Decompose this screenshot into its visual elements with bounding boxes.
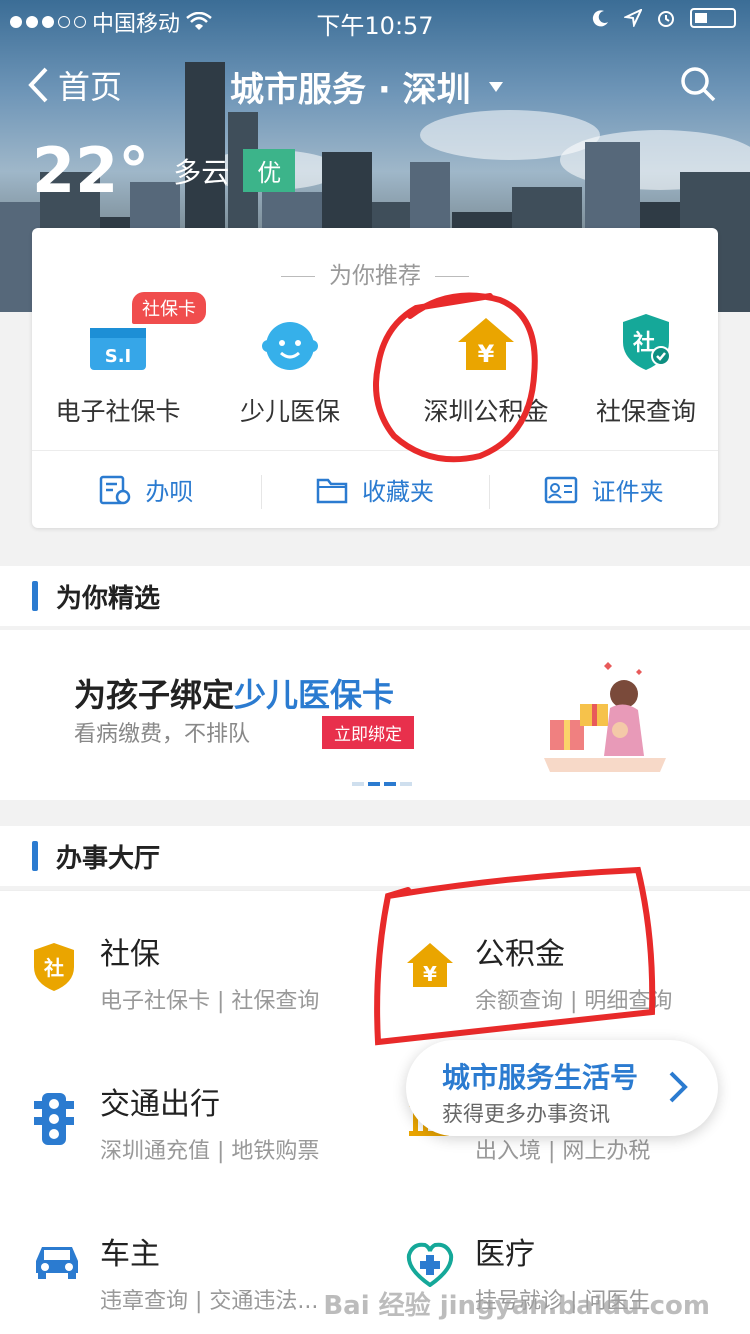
banner-subtitle: 看病缴费，不排队: [74, 722, 251, 747]
hall-section-header: 办事大厅: [0, 826, 750, 886]
chevron-left-icon: [28, 67, 48, 103]
tool-label: 办呗: [145, 478, 194, 506]
folder-icon: [316, 478, 348, 503]
service-name: 社保: [100, 937, 160, 972]
traffic-light-icon: [34, 1093, 74, 1145]
mother-child-illustration: [544, 662, 666, 772]
medical-icon: [406, 1242, 454, 1287]
rec-item-label: 少儿医保: [239, 397, 340, 426]
service-car-owner[interactable]: 车主 违章查询 | 交通违法...: [0, 1191, 375, 1334]
recommend-tools: 办呗 收藏夹 证件夹: [32, 450, 718, 528]
weather-condition: 多云: [173, 155, 230, 189]
recommend-heading: 为你推荐: [32, 256, 718, 290]
service-transport[interactable]: 交通出行 深圳通充值 | 地铁购票: [0, 1041, 375, 1191]
page-title: 城市服务 · 深圳: [230, 70, 471, 110]
rec-item-label: 电子社保卡: [55, 397, 181, 426]
child-face-icon: [262, 322, 318, 370]
si-card-icon: S.I: [90, 328, 146, 370]
id-card-icon: [544, 476, 577, 503]
promo-banner[interactable]: 为孩子绑定少儿医保卡 看病缴费，不排队 立即绑定: [0, 630, 750, 800]
service-social-security[interactable]: 社 社保 电子社保卡 | 社保查询: [0, 891, 375, 1041]
service-name: 医疗: [475, 1237, 535, 1272]
service-name: 公积金: [475, 937, 565, 972]
shield-check-icon: 社: [623, 314, 671, 370]
banner-title-highlight: 少儿医保卡: [234, 676, 395, 714]
service-desc: 违章查询 | 交通违法...: [100, 1289, 319, 1314]
svg-text:社: 社: [43, 956, 64, 980]
si-card-badge: 社保卡: [132, 292, 206, 324]
nav-bar: 首页 城市服务 · 深圳: [0, 56, 750, 116]
rec-item-si-card[interactable]: S.I 电子社保卡 社保卡: [32, 292, 206, 428]
location-icon: [624, 9, 642, 27]
bind-now-button[interactable]: 立即绑定: [322, 716, 414, 749]
featured-section-header: 为你精选: [0, 566, 750, 626]
section-title: 为你精选: [56, 583, 161, 614]
tool-label: 证件夹: [591, 478, 664, 506]
recommend-heading-text: 为你推荐: [329, 263, 421, 289]
search-button[interactable]: [680, 66, 716, 106]
watermark: Bai 经验 jingyan.baidu.com: [323, 1291, 710, 1321]
tool-documents[interactable]: 证件夹: [489, 451, 718, 528]
banner-title-prefix: 为孩子绑定: [74, 676, 235, 714]
rec-item-label: 深圳公积金: [423, 397, 549, 426]
svg-text:S.I: S.I: [105, 346, 132, 367]
section-title: 办事大厅: [56, 843, 161, 874]
svg-text:¥: ¥: [423, 962, 437, 986]
rec-item-housing-fund[interactable]: ¥ 深圳公积金: [400, 298, 572, 428]
svg-text:社: 社: [633, 330, 655, 356]
popup-subtitle: 获得更多办事资讯: [442, 1102, 610, 1126]
rec-item-si-query[interactable]: 社 社保查询: [560, 298, 732, 428]
temperature: 22°: [32, 134, 150, 207]
banner-title: 为孩子绑定少儿医保卡: [74, 670, 394, 716]
chevron-right-icon: [669, 1071, 688, 1103]
carousel-indicator: [352, 782, 412, 786]
service-desc: 余额查询 | 明细查询: [475, 989, 673, 1014]
service-desc: 出入境 | 网上办税: [475, 1139, 651, 1164]
triangle-down-icon: [488, 81, 503, 92]
car-icon: [36, 1247, 78, 1279]
status-bar: 中国移动 下午10:57: [0, 0, 750, 40]
popup-title: 城市服务生活号: [442, 1061, 639, 1094]
battery-icon: [690, 8, 736, 28]
alarm-icon: [658, 11, 674, 27]
tool-favorites[interactable]: 收藏夹: [260, 451, 490, 528]
recommend-card: 为你推荐 S.I 电子社保卡 社保卡 少儿医保 ¥ 深圳公积金 社 社保查询 办…: [32, 228, 718, 528]
aqi-badge: 优: [243, 149, 296, 192]
life-account-popup[interactable]: 城市服务生活号 获得更多办事资讯: [406, 1040, 718, 1136]
service-desc: 电子社保卡 | 社保查询: [100, 989, 320, 1014]
rec-item-child-insurance[interactable]: 少儿医保: [204, 298, 376, 428]
search-icon: [681, 67, 716, 102]
weather-info: 22° 多云 优: [32, 134, 296, 207]
city-selector[interactable]: 城市服务 · 深圳: [230, 62, 503, 111]
service-name: 车主: [100, 1237, 160, 1272]
task-icon: [100, 475, 131, 504]
service-housing-fund[interactable]: ¥ 公积金 余额查询 | 明细查询: [375, 891, 750, 1041]
service-desc: 深圳通充值 | 地铁购票: [100, 1139, 320, 1164]
rec-item-label: 社保查询: [595, 397, 696, 426]
moon-icon: [592, 10, 608, 27]
house-yuan-icon: ¥: [458, 318, 514, 370]
back-button[interactable]: 首页: [28, 62, 122, 108]
back-label: 首页: [58, 68, 123, 106]
service-name: 交通出行: [100, 1087, 220, 1122]
tool-banbei[interactable]: 办呗: [32, 451, 261, 528]
shield-she-icon: 社: [34, 943, 74, 991]
svg-text:¥: ¥: [478, 340, 495, 368]
status-right: [592, 8, 736, 28]
tool-label: 收藏夹: [362, 478, 434, 506]
house-yuan-icon: ¥: [407, 943, 453, 987]
